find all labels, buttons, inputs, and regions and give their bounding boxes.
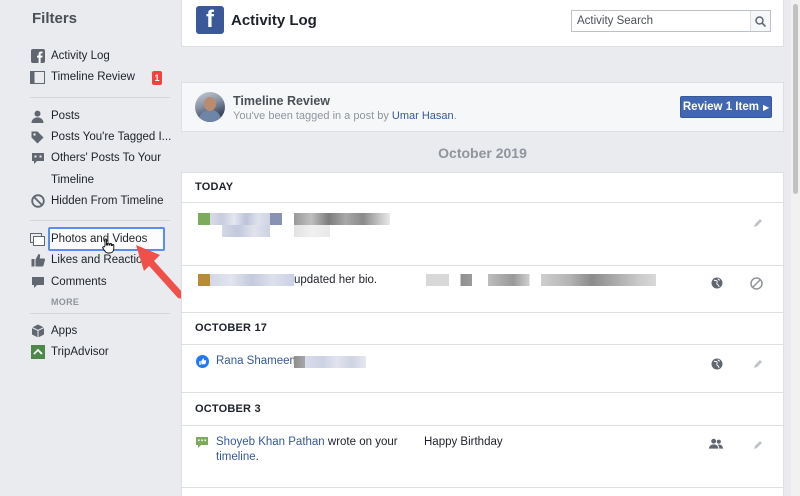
thumbs-up-icon <box>30 253 45 268</box>
sidebar-item-label: Posts You're Tagged I... <box>51 131 172 143</box>
activity-search <box>571 10 771 32</box>
globe-icon[interactable] <box>710 357 724 371</box>
review-button-label: Review 1 Item <box>682 101 759 113</box>
redacted-text <box>294 356 366 368</box>
sidebar-item-label: Comments <box>51 276 107 288</box>
sidebar-item-label: TripAdvisor <box>51 346 109 358</box>
sidebar-item-activity-log[interactable]: Activity Log <box>30 46 110 66</box>
sidebar-item-tripadvisor[interactable]: TripAdvisor <box>30 342 109 362</box>
sidebar-item-apps[interactable]: Apps <box>30 321 77 341</box>
sidebar-item-label: Posts <box>51 110 80 122</box>
photos-icon <box>30 232 45 247</box>
redacted-text <box>270 213 282 225</box>
cube-icon <box>30 324 45 339</box>
user-link[interactable]: Shoyeb Khan Pathan <box>216 436 325 448</box>
redacted-text <box>426 274 656 286</box>
subtitle-suffix: . <box>453 110 457 122</box>
sidebar-item-timeline-review[interactable]: Timeline Review <box>30 67 135 87</box>
section-heading-october-17: OCTOBER 17 <box>195 322 268 334</box>
redacted-text <box>294 213 390 225</box>
redacted-text <box>222 225 270 237</box>
sidebar-item-posts-tagged[interactable]: Posts You're Tagged I... <box>30 127 171 147</box>
tag-icon <box>30 130 45 145</box>
facebook-logo-icon[interactable]: f <box>196 6 224 34</box>
divider <box>182 202 783 203</box>
facebook-icon <box>30 49 45 64</box>
globe-icon[interactable] <box>710 276 724 290</box>
activity-text: updated her bio. <box>294 274 378 286</box>
sidebar-item-label: Hidden From Timeline <box>51 195 164 207</box>
search-icon[interactable] <box>750 11 770 31</box>
activity-feed: TODAY updated her bio. OCTOBER 17 Rana S… <box>181 172 784 496</box>
sidebar-item-comments[interactable]: Comments <box>30 272 107 292</box>
header-card: f Activity Log <box>181 0 784 47</box>
sidebar-item-others-posts-line2[interactable]: Timeline <box>51 170 94 190</box>
person-icon <box>30 109 45 124</box>
hand-cursor-icon <box>102 238 115 254</box>
timeline-review-subtitle: You've been tagged in a post by Umar Has… <box>233 110 457 122</box>
month-heading: October 2019 <box>438 145 527 161</box>
timeline-link[interactable]: timeline <box>216 451 256 463</box>
redacted-icon <box>198 274 210 286</box>
search-input[interactable] <box>572 11 750 31</box>
activity-text: timeline. <box>216 451 259 463</box>
sidebar-divider <box>30 313 170 314</box>
sidebar-item-label: Timeline <box>51 174 95 186</box>
section-heading-today: TODAY <box>195 181 234 193</box>
sidebar-item-posts[interactable]: Posts <box>30 106 80 126</box>
hide-circle-slash-icon[interactable] <box>749 276 763 290</box>
avatar[interactable] <box>195 92 225 122</box>
section-heading-october-3: OCTOBER 3 <box>195 403 261 415</box>
review-items-button[interactable]: Review 1 Item ▶ <box>680 96 772 118</box>
speech-bubble-icon <box>30 151 45 166</box>
main-content: f Activity Log Timeline Review You've be… <box>181 0 784 496</box>
sidebar-item-others-posts[interactable]: Others' Posts To Your <box>30 148 161 168</box>
redacted-text <box>210 274 294 286</box>
activity-text-part: . <box>255 451 259 463</box>
activity-text: Shoyeb Khan Pathan wrote on your <box>216 436 398 448</box>
hidden-icon <box>30 194 45 209</box>
sidebar-item-hidden[interactable]: Hidden From Timeline <box>30 191 163 211</box>
redacted-icon <box>198 213 210 225</box>
sidebar-item-label: Others' Posts To Your <box>51 152 162 164</box>
edit-pencil-icon[interactable] <box>751 357 765 371</box>
tripadvisor-icon <box>30 345 45 360</box>
tagger-link[interactable]: Umar Hasan <box>392 110 454 122</box>
post-message: Happy Birthday <box>424 436 503 448</box>
timeline-review-title: Timeline Review <box>233 94 331 108</box>
filters-title: Filters <box>32 10 78 27</box>
wall-post-icon <box>195 435 209 449</box>
divider <box>182 312 783 313</box>
comment-icon <box>30 275 45 290</box>
activity-text: Rana Shameem <box>216 355 299 367</box>
edit-pencil-icon[interactable] <box>751 216 765 230</box>
page-title: Activity Log <box>231 12 317 29</box>
redacted-text <box>294 225 330 237</box>
sidebar-divider <box>30 220 170 221</box>
divider <box>182 392 783 393</box>
timeline-review-icon <box>30 70 45 85</box>
divider <box>182 425 783 426</box>
sidebar-divider <box>30 97 170 98</box>
subtitle-text: You've been tagged in a post by <box>233 110 392 122</box>
activity-text-part: wrote on your <box>324 436 398 448</box>
notification-badge: 1 <box>152 71 162 85</box>
caret-right-icon: ▶ <box>762 102 770 112</box>
divider <box>182 265 783 266</box>
sidebar-item-label: Timeline Review <box>51 71 135 83</box>
redacted-text <box>210 213 270 225</box>
divider <box>182 344 783 345</box>
divider <box>182 487 783 488</box>
like-reaction-icon <box>195 354 209 368</box>
friends-icon[interactable] <box>709 437 723 451</box>
sidebar-item-label: Apps <box>51 325 78 337</box>
more-link[interactable]: MORE <box>51 297 79 307</box>
user-link[interactable]: Rana Shameem <box>216 355 299 367</box>
edit-pencil-icon[interactable] <box>751 438 765 452</box>
sidebar-item-label: Activity Log <box>51 50 110 62</box>
timeline-review-card: Timeline Review You've been tagged in a … <box>181 82 784 132</box>
scrollbar-thumb[interactable] <box>793 4 798 194</box>
